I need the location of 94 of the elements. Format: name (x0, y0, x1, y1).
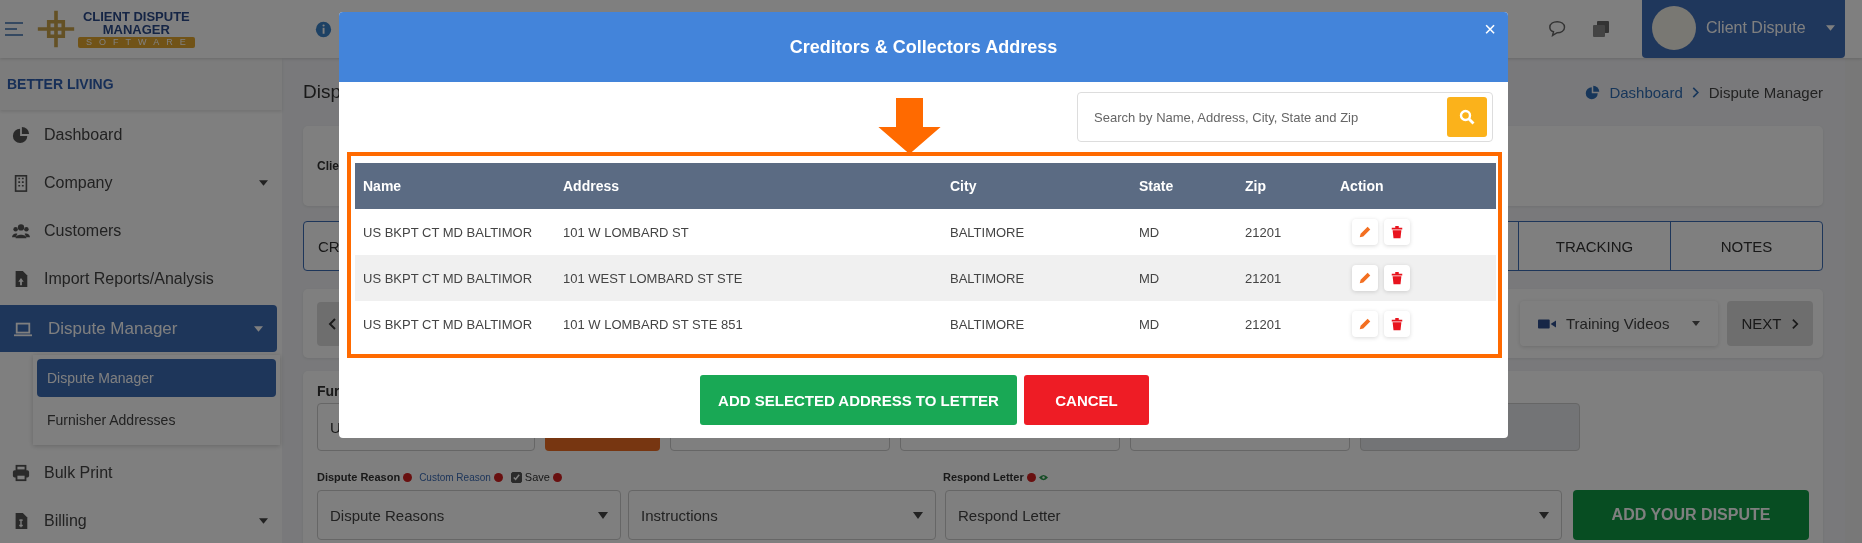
breadcrumb-current: Dispute Manager (1708, 83, 1823, 101)
edit-button[interactable] (1352, 311, 1378, 337)
field-label: Respond Letter (943, 471, 1024, 483)
breadcrumb-link[interactable]: Dashboard (1609, 83, 1683, 101)
search-button[interactable] (1447, 97, 1487, 137)
chevron-right-icon (1791, 317, 1799, 330)
logo-title: MANAGER (102, 23, 170, 36)
profile-menu[interactable]: Client Dispute (1642, 0, 1845, 58)
table-cell: BALTIMORE (942, 209, 1131, 255)
logo-title: CLIENT DISPUTE (82, 10, 190, 23)
select-dropdown[interactable]: Respond Letter (945, 490, 1562, 540)
page-title: Disp (303, 81, 341, 103)
delete-button[interactable] (1384, 219, 1410, 245)
caret-icon (1826, 25, 1835, 31)
next-button[interactable]: NEXT (1727, 301, 1813, 346)
info-icon[interactable] (314, 20, 332, 38)
sidebar-item[interactable]: Import Reports/Analysis (0, 255, 282, 302)
table-cell: 21201 (1237, 301, 1332, 347)
field-label: Fur (317, 383, 341, 399)
custom-reason-link[interactable]: Custom Reason (419, 471, 491, 483)
edit-button[interactable] (1352, 219, 1378, 245)
checkbox-label: Save (524, 471, 550, 483)
table-cell: BALTIMORE (942, 255, 1131, 301)
column-header: Zip (1237, 163, 1332, 209)
delete-button[interactable] (1384, 265, 1410, 291)
select-dropdown[interactable]: Dispute Reasons (317, 490, 621, 540)
submenu-item[interactable]: Furnisher Addresses (37, 401, 276, 439)
caret-icon (598, 511, 608, 519)
sidebar-item[interactable]: Company (0, 159, 282, 206)
users-icon (12, 221, 30, 240)
edit-button[interactable] (1352, 265, 1378, 291)
add-address-button[interactable]: ADD SELECTED ADDRESS TO LETTER (700, 375, 1017, 425)
sidebar-item[interactable]: Dashboard (0, 111, 282, 158)
table-cell: MD (1131, 255, 1237, 301)
chevron-right-icon (1691, 86, 1700, 98)
menu-icon[interactable] (4, 22, 24, 36)
select-dropdown[interactable]: Instructions (628, 490, 936, 540)
sidebar-item[interactable]: Billing (0, 497, 282, 543)
submenu-item[interactable]: Dispute Manager (37, 359, 276, 397)
logo-subtitle: SOFTWARE (78, 37, 195, 48)
cancel-button[interactable]: CANCEL (1024, 375, 1149, 425)
caret-icon (259, 179, 268, 186)
table-cell: 101 W LOMBARD ST (555, 209, 942, 255)
pie-icon (12, 125, 30, 144)
avatar (1652, 6, 1696, 50)
modal-title: Creditors & Collectors Address (789, 36, 1058, 58)
video-camera-icon (1538, 317, 1556, 330)
caret-icon (1692, 321, 1700, 326)
sidebar-item[interactable]: Dispute Manager (0, 305, 277, 352)
client-label: Clie (317, 159, 339, 173)
table-cell: US BKPT CT MD BALTIMOR (355, 255, 555, 301)
caret-icon (1539, 511, 1549, 519)
search-icon (1459, 109, 1475, 125)
caret-icon (259, 517, 268, 524)
save-checkbox[interactable] (510, 471, 522, 483)
pencil-icon (1358, 225, 1372, 239)
table-cell: MD (1131, 301, 1237, 347)
trash-icon (1390, 317, 1404, 331)
column-header: State (1131, 163, 1237, 209)
field-label: Dispute Reason (317, 471, 401, 483)
printer-icon (12, 463, 30, 482)
table-cell: US BKPT CT MD BALTIMOR (355, 301, 555, 347)
caret-icon (254, 325, 263, 332)
caret-icon (913, 511, 923, 519)
close-button[interactable]: × (1478, 16, 1502, 43)
table-cell: MD (1131, 209, 1237, 255)
table-cell: BALTIMORE (942, 301, 1131, 347)
column-header: Address (555, 163, 942, 209)
table-cell: 21201 (1237, 255, 1332, 301)
training-videos-dropdown[interactable]: Training Videos (1520, 301, 1718, 346)
column-header: Action (1332, 163, 1496, 209)
sidebar-item[interactable]: Customers (0, 207, 282, 254)
trash-icon (1390, 225, 1404, 239)
sidebar-item[interactable]: Bulk Print (0, 449, 282, 496)
account-name: BETTER LIVING (0, 58, 282, 110)
profile-name: Client Dispute (1706, 19, 1807, 37)
column-header: City (942, 163, 1131, 209)
copy-icon[interactable] (1590, 19, 1612, 39)
column-header: Name (355, 163, 555, 209)
tab[interactable]: NOTES (1670, 222, 1822, 270)
table-cell: US BKPT CT MD BALTIMOR (355, 209, 555, 255)
building-icon (12, 173, 30, 192)
pie-chart-icon (1585, 84, 1601, 100)
chevron-left-icon (328, 317, 336, 330)
table-cell: 101 W LOMBARD ST STE 851 (555, 301, 942, 347)
tab[interactable]: TRACKING (1518, 222, 1670, 270)
eye-icon[interactable] (1038, 472, 1048, 482)
add-dispute-button[interactable]: ADD YOUR DISPUTE (1573, 490, 1809, 540)
delete-button[interactable] (1384, 311, 1410, 337)
table-cell: 101 WEST LOMBARD ST STE (555, 255, 942, 301)
pencil-icon (1358, 317, 1372, 331)
search-bar[interactable]: Search by Name, Address, City, State and Zip (1077, 92, 1493, 142)
trash-icon (1390, 271, 1404, 285)
table-cell: 21201 (1237, 209, 1332, 255)
